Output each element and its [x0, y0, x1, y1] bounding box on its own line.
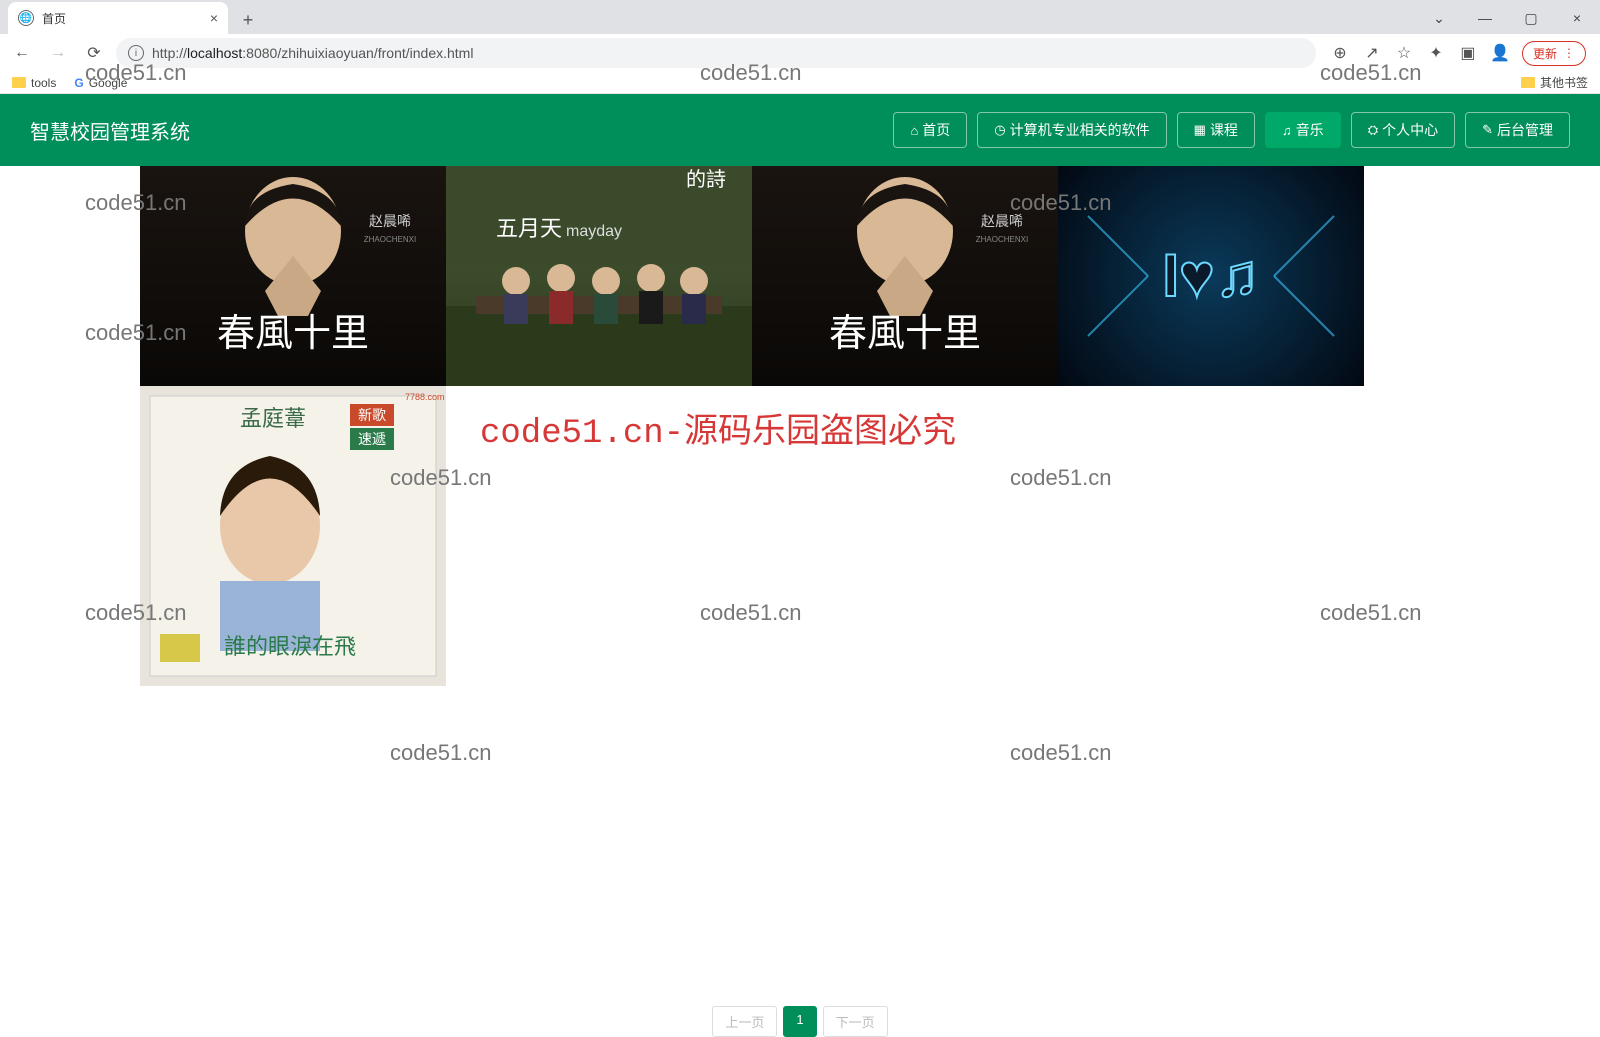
svg-text:mayday: mayday	[566, 223, 622, 240]
folder-icon	[1521, 77, 1535, 88]
nav-home[interactable]: ⌂首页	[893, 112, 967, 148]
svg-text:ZHAOCHENXI: ZHAOCHENXI	[976, 235, 1028, 244]
globe-icon: 🌐	[18, 10, 34, 26]
address-bar: ← → ⟳ i http://localhost:8080/zhihuixiao…	[0, 34, 1600, 72]
star-icon[interactable]: ☆	[1394, 43, 1414, 63]
bookmark-other[interactable]: 其他书签	[1521, 74, 1588, 91]
url-field[interactable]: i http://localhost:8080/zhihuixiaoyuan/f…	[116, 38, 1316, 68]
app-header: 智慧校园管理系统 ⌂首页 ◷计算机专业相关的软件 ▦课程 ♫音乐 ⛭个人中心 ✎…	[0, 94, 1600, 166]
app-title: 智慧校园管理系统	[30, 116, 190, 145]
extensions-icon[interactable]: ✦	[1426, 43, 1446, 63]
tab-strip: 🌐 首页 × + ⌄ — ▢ ×	[0, 0, 1600, 34]
svg-text:五月天: 五月天	[496, 216, 562, 241]
zoom-icon[interactable]: ⊕	[1330, 43, 1350, 63]
svg-text:ZHAOCHENXI: ZHAOCHENXI	[364, 235, 416, 244]
window-close-icon[interactable]: ×	[1554, 2, 1600, 34]
nav-software[interactable]: ◷计算机专业相关的软件	[977, 112, 1166, 148]
svg-text:速遞: 速遞	[358, 431, 386, 447]
content-area: 赵晨唏 ZHAOCHENXI 春風十里 五月天 mayday 的詩	[0, 166, 1600, 1037]
browser-chrome: 🌐 首页 × + ⌄ — ▢ × ← → ⟳ i http://localhos…	[0, 0, 1600, 94]
new-tab-button[interactable]: +	[234, 6, 262, 34]
bookmark-google[interactable]: GGoogle	[74, 76, 127, 90]
back-button[interactable]: ←	[8, 39, 36, 67]
pagination: 上一页 1 下一页	[0, 1006, 1600, 1037]
url-text: http://localhost:8080/zhihuixiaoyuan/fro…	[152, 45, 473, 61]
window-chevron-icon[interactable]: ⌄	[1416, 2, 1462, 34]
home-icon: ⌂	[910, 123, 918, 138]
svg-text:的詩: 的詩	[686, 168, 726, 191]
svg-text:赵晨唏: 赵晨唏	[369, 213, 411, 229]
svg-text:春風十里: 春風十里	[829, 313, 981, 355]
clock-icon: ◷	[994, 122, 1005, 138]
google-icon: G	[74, 76, 83, 90]
nav-profile[interactable]: ⛭个人中心	[1351, 112, 1455, 148]
page-next-button[interactable]: 下一页	[823, 1006, 888, 1037]
svg-text:赵晨唏: 赵晨唏	[981, 213, 1023, 229]
nav-admin[interactable]: ✎后台管理	[1465, 112, 1570, 148]
album-item[interactable]: 五月天 mayday 的詩	[446, 166, 752, 386]
tab-title: 首页	[42, 10, 66, 27]
svg-text:新歌: 新歌	[358, 407, 386, 423]
share-icon[interactable]: ↗	[1362, 43, 1382, 63]
profile-icon[interactable]: 👤	[1490, 43, 1510, 63]
music-icon: ♫	[1282, 123, 1292, 138]
album-grid: 赵晨唏 ZHAOCHENXI 春風十里 五月天 mayday 的詩	[140, 166, 1364, 686]
browser-tab[interactable]: 🌐 首页 ×	[8, 2, 228, 34]
bookmark-bar: tools GGoogle 其他书签	[0, 72, 1600, 94]
page-number-button[interactable]: 1	[783, 1006, 816, 1037]
user-icon: ⛭	[1368, 122, 1378, 138]
site-info-icon[interactable]: i	[128, 45, 144, 61]
window-minimize-icon[interactable]: —	[1462, 2, 1508, 34]
svg-text:誰的眼淚在飛: 誰的眼淚在飛	[224, 634, 356, 659]
nav-courses[interactable]: ▦课程	[1177, 112, 1255, 148]
nav-menu: ⌂首页 ◷计算机专业相关的软件 ▦课程 ♫音乐 ⛭个人中心 ✎后台管理	[893, 112, 1570, 148]
svg-text:孟庭葦: 孟庭葦	[240, 406, 306, 431]
window-maximize-icon[interactable]: ▢	[1508, 2, 1554, 34]
bookmark-tools[interactable]: tools	[12, 76, 56, 90]
nav-music[interactable]: ♫音乐	[1265, 112, 1341, 148]
svg-text:春風十里: 春風十里	[217, 313, 369, 355]
address-bar-icons: ⊕ ↗ ☆ ✦ ▣ 👤 更新⋮	[1324, 41, 1592, 66]
update-button[interactable]: 更新⋮	[1522, 41, 1586, 66]
page-prev-button[interactable]: 上一页	[712, 1006, 777, 1037]
tab-close-icon[interactable]: ×	[210, 10, 218, 26]
grid-icon: ▦	[1194, 122, 1206, 138]
album-item[interactable]: I♥♫	[1058, 166, 1364, 386]
svg-text:I♥♫: I♥♫	[1162, 242, 1259, 309]
forward-button[interactable]: →	[44, 39, 72, 67]
window-controls: ⌄ — ▢ ×	[1416, 2, 1600, 34]
reload-button[interactable]: ⟳	[80, 39, 108, 67]
svg-text:7788.com: 7788.com	[405, 392, 445, 402]
side-panel-icon[interactable]: ▣	[1458, 43, 1478, 63]
album-item[interactable]: 赵晨唏 ZHAOCHENXI 春風十里	[752, 166, 1058, 386]
folder-icon	[12, 77, 26, 88]
album-item[interactable]: 孟庭葦 新歌 速遞 7788.com 誰的眼淚在飛	[140, 386, 446, 686]
album-item[interactable]: 赵晨唏 ZHAOCHENXI 春風十里	[140, 166, 446, 386]
edit-icon: ✎	[1482, 122, 1493, 138]
